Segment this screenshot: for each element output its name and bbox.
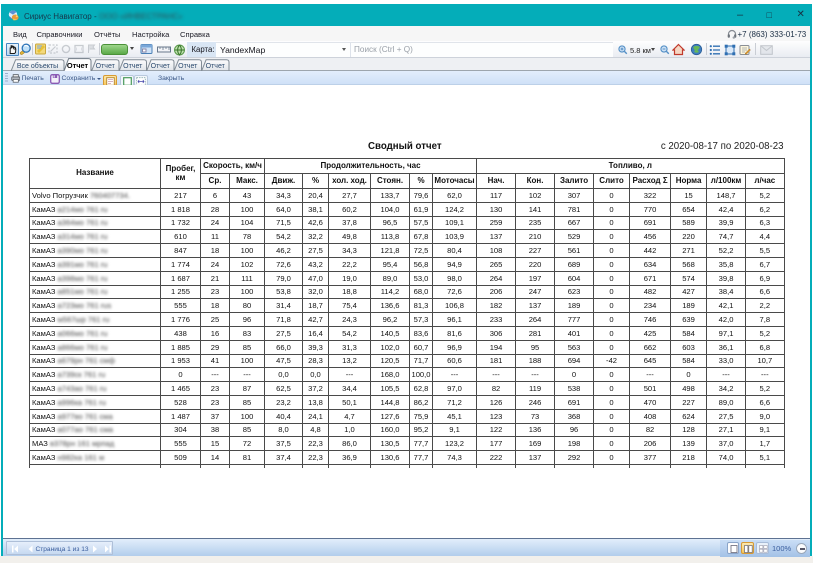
svg-text:Отчет: Отчет: [151, 63, 171, 70]
svg-text:Отчет: Отчет: [178, 63, 198, 70]
svg-text:Отчет: Отчет: [206, 63, 226, 70]
svg-text:Отчет: Отчет: [67, 61, 89, 70]
svg-text:Отчет: Отчет: [96, 63, 116, 70]
svg-text:Отчет: Отчет: [123, 63, 143, 70]
svg-text:Все объекты: Все объекты: [17, 62, 58, 70]
